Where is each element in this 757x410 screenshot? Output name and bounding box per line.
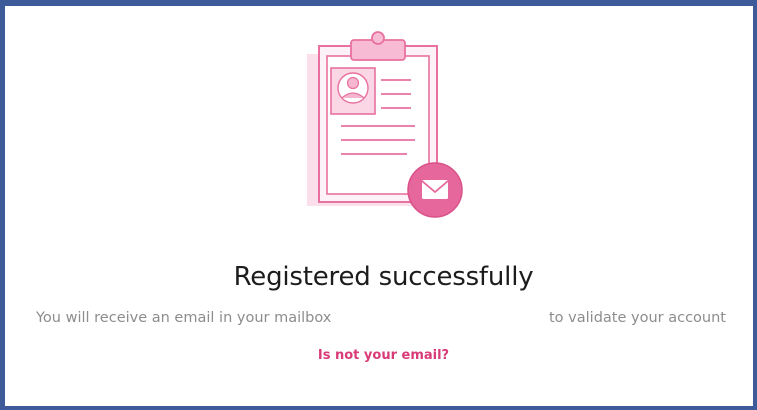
not-your-email-link[interactable]: Is not your email? [5,348,757,363]
registration-success-panel: Registered successfully You will receive… [0,0,757,410]
validation-message-prefix: You will receive an email in your mailbo… [36,310,332,326]
clipboard-illustration-icon [307,31,463,218]
page-title: Registered successfully [233,262,534,292]
registered-email-value [345,310,540,330]
user-avatar-icon [337,72,369,104]
envelope-icon [407,162,463,218]
clipboard-clip-ring [371,31,385,45]
validation-message-suffix: to validate your account [549,310,726,326]
